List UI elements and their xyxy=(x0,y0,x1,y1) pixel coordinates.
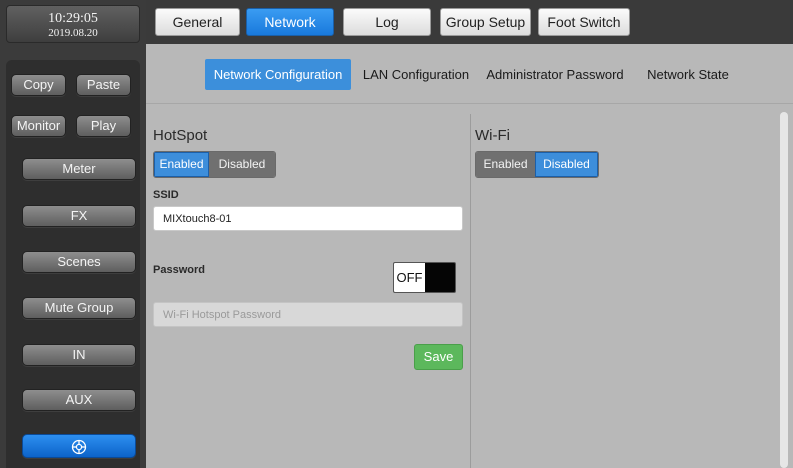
hotspot-enabled-option[interactable]: Enabled xyxy=(154,152,209,177)
subtab-network-state[interactable]: Network State xyxy=(640,59,736,90)
ssid-label: SSID xyxy=(153,189,179,201)
hotspot-title: HotSpot xyxy=(153,127,208,144)
network-panel: Network Configuration LAN Configuration … xyxy=(146,44,793,468)
paste-button[interactable]: Paste xyxy=(76,74,131,96)
monitor-button[interactable]: Monitor xyxy=(11,115,66,137)
hotspot-password-input[interactable] xyxy=(153,302,463,327)
meter-button[interactable]: Meter xyxy=(22,158,136,180)
target-button[interactable] xyxy=(22,434,136,458)
scenes-button[interactable]: Scenes xyxy=(22,251,136,273)
network-subnav: Network Configuration LAN Configuration … xyxy=(146,44,793,104)
subtab-network-configuration[interactable]: Network Configuration xyxy=(205,59,351,90)
fx-button[interactable]: FX xyxy=(22,205,136,227)
tab-group-setup[interactable]: Group Setup xyxy=(440,8,531,36)
ssid-input[interactable] xyxy=(153,206,463,231)
subtab-administrator-password[interactable]: Administrator Password xyxy=(484,59,626,90)
tab-foot-switch[interactable]: Foot Switch xyxy=(538,8,630,36)
wifi-title: Wi-Fi xyxy=(475,127,510,144)
subtab-lan-configuration[interactable]: LAN Configuration xyxy=(360,59,472,90)
top-tab-bar: General Network Log Group Setup Foot Swi… xyxy=(146,0,793,44)
aux-button[interactable]: AUX xyxy=(22,389,136,411)
sidebar: 10:29:05 2019.08.20 Copy Paste Monitor P… xyxy=(0,0,146,468)
save-button[interactable]: Save xyxy=(414,344,463,370)
vertical-scrollbar[interactable] xyxy=(780,112,788,468)
sidebar-panel: Copy Paste Monitor Play Meter FX Scenes … xyxy=(6,60,140,468)
tab-log[interactable]: Log xyxy=(343,8,431,36)
column-divider xyxy=(470,114,471,468)
target-icon xyxy=(71,439,87,455)
wifi-toggle: Enabled Disabled xyxy=(475,151,599,178)
password-label: Password xyxy=(153,264,205,276)
password-toggle[interactable]: OFF xyxy=(393,262,456,293)
tab-network[interactable]: Network xyxy=(246,8,334,36)
wifi-disabled-option[interactable]: Disabled xyxy=(535,152,598,177)
clock-date: 2019.08.20 xyxy=(48,27,98,39)
tab-general[interactable]: General xyxy=(155,8,240,36)
password-toggle-knob: OFF xyxy=(394,263,425,292)
play-button[interactable]: Play xyxy=(76,115,131,137)
in-button[interactable]: IN xyxy=(22,344,136,366)
mute-group-button[interactable]: Mute Group xyxy=(22,297,136,319)
hotspot-disabled-option[interactable]: Disabled xyxy=(209,152,275,177)
hotspot-toggle: Enabled Disabled xyxy=(153,151,276,178)
wifi-enabled-option[interactable]: Enabled xyxy=(476,152,535,177)
clock: 10:29:05 2019.08.20 xyxy=(6,5,140,43)
clock-time: 10:29:05 xyxy=(48,11,98,26)
copy-button[interactable]: Copy xyxy=(11,74,66,96)
